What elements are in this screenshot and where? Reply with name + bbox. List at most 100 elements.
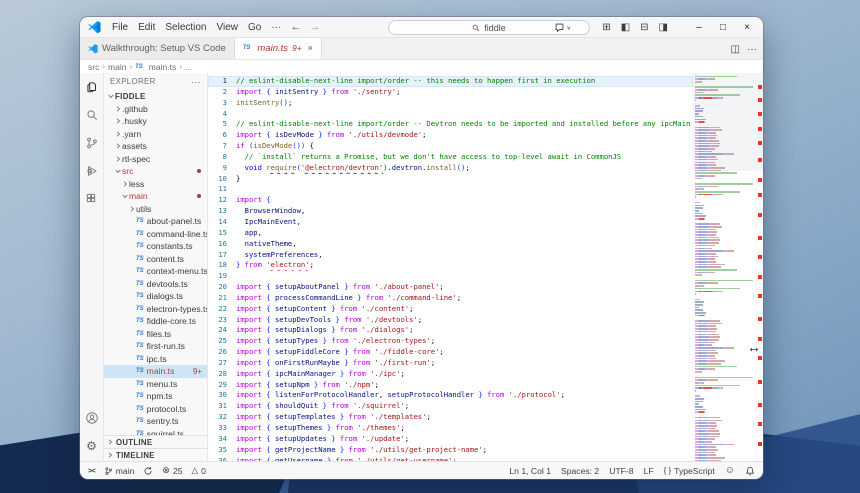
customize-layout-icon[interactable]: ⊞ xyxy=(597,22,615,33)
line-number[interactable]: 8 xyxy=(208,152,236,163)
tree-item-less[interactable]: less xyxy=(104,178,207,191)
menu-item-view[interactable]: View xyxy=(212,22,244,33)
breadcrumb-item[interactable]: main xyxy=(108,62,126,72)
menu-item-go[interactable]: Go xyxy=(243,22,266,33)
line-number[interactable]: 15 xyxy=(208,228,236,239)
line-number[interactable]: 22 xyxy=(208,304,236,315)
code-editor[interactable]: 1// eslint-disable-next-line import/orde… xyxy=(208,73,763,461)
code-line-2[interactable]: 2import { initSentry } from './sentry'; xyxy=(208,87,693,98)
code-line-11[interactable]: 11 xyxy=(208,184,693,195)
line-number[interactable]: 5 xyxy=(208,119,236,130)
code-line-15[interactable]: 15 app, xyxy=(208,228,693,239)
code-line-30[interactable]: 30import { listenForProtocolHandler, set… xyxy=(208,390,693,401)
tree-item-dialogs-ts[interactable]: TSdialogs.ts xyxy=(104,290,207,303)
code-line-31[interactable]: 31import { shouldQuit } from './squirrel… xyxy=(208,401,693,412)
tree-item-main-ts[interactable]: TSmain.ts9+ xyxy=(104,365,207,378)
line-number[interactable]: 28 xyxy=(208,369,236,380)
code-line-21[interactable]: 21import { processCommandLine } from './… xyxy=(208,293,693,304)
tree-item-menu-ts[interactable]: TSmenu.ts xyxy=(104,378,207,391)
code-line-19[interactable]: 19 xyxy=(208,271,693,282)
code-area[interactable]: 1// eslint-disable-next-line import/orde… xyxy=(208,73,693,461)
tree-item-content-ts[interactable]: TScontent.ts xyxy=(104,253,207,266)
extensions-icon[interactable] xyxy=(84,191,99,206)
line-number[interactable]: 10 xyxy=(208,174,236,185)
status-ln-1-col-1[interactable]: Ln 1, Col 1 xyxy=(509,466,551,476)
code-line-36[interactable]: 36import { getUsername } from './utils/g… xyxy=(208,456,693,461)
tree-item-first-run-ts[interactable]: TSfirst-run.ts xyxy=(104,340,207,353)
tree-item-electron-types-ts[interactable]: TSelectron-types.ts xyxy=(104,303,207,316)
code-line-1[interactable]: 1// eslint-disable-next-line import/orde… xyxy=(208,76,693,87)
code-line-4[interactable]: 4 xyxy=(208,109,693,120)
breadcrumb-item[interactable]: main.ts xyxy=(149,62,176,72)
line-number[interactable]: 24 xyxy=(208,325,236,336)
tree-item-rtl-spec[interactable]: rtl-spec xyxy=(104,153,207,166)
maximize-button[interactable]: □ xyxy=(711,22,735,33)
tree-root-fiddle[interactable]: FIDDLE xyxy=(104,90,207,103)
tab-walkthrough-setup-vs-code[interactable]: Walkthrough: Setup VS Code xyxy=(80,38,235,59)
minimize-button[interactable]: – xyxy=(687,22,711,33)
settings-gear-icon[interactable]: ⚙ xyxy=(84,438,99,453)
line-number[interactable]: 34 xyxy=(208,434,236,445)
line-number[interactable]: 14 xyxy=(208,217,236,228)
code-line-20[interactable]: 20import { setupAboutPanel } from './abo… xyxy=(208,282,693,293)
line-number[interactable]: 13 xyxy=(208,206,236,217)
tab-main-ts[interactable]: TSmain.ts9+× xyxy=(235,38,322,59)
chat-icon[interactable]: ∨ xyxy=(554,22,571,33)
toggle-sidebar-icon[interactable]: ◧ xyxy=(616,22,635,33)
close-button[interactable]: × xyxy=(735,22,759,33)
line-number[interactable]: 18 xyxy=(208,260,236,271)
code-line-29[interactable]: 29import { setupNpm } from './npm'; xyxy=(208,380,693,391)
line-number[interactable]: 33 xyxy=(208,423,236,434)
status-remote[interactable]: >< xyxy=(88,466,95,475)
explorer-more-icon[interactable]: ··· xyxy=(191,77,201,87)
line-number[interactable]: 20 xyxy=(208,282,236,293)
section-timeline[interactable]: TIMELINE xyxy=(104,448,207,461)
status-sync[interactable] xyxy=(143,466,153,476)
code-line-23[interactable]: 23import { setupDevTools } from './devto… xyxy=(208,315,693,326)
status-main[interactable]: main xyxy=(104,466,135,476)
line-number[interactable]: 29 xyxy=(208,380,236,391)
line-number[interactable]: 35 xyxy=(208,445,236,456)
menu-item-moremoremore[interactable]: ··· xyxy=(266,22,286,33)
forward-arrow-icon[interactable]: → xyxy=(305,21,324,33)
tree-item-about-panel-ts[interactable]: TSabout-panel.ts xyxy=(104,215,207,228)
tree-item-main[interactable]: main xyxy=(104,190,207,203)
source-control-icon[interactable] xyxy=(84,135,99,150)
menu-item-selection[interactable]: Selection xyxy=(160,22,211,33)
toggle-secondary-sidebar-icon[interactable]: ◨ xyxy=(654,22,673,33)
status-lf[interactable]: LF xyxy=(644,466,654,476)
line-number[interactable]: 23 xyxy=(208,315,236,326)
status-25[interactable]: ⊗25 xyxy=(162,465,182,476)
breadcrumb-item[interactable]: src xyxy=(88,62,99,72)
menu-item-edit[interactable]: Edit xyxy=(133,22,160,33)
status-utf-8[interactable]: UTF-8 xyxy=(609,466,633,476)
status-feedback[interactable]: ☺ xyxy=(725,465,735,476)
code-line-14[interactable]: 14 IpcMainEvent, xyxy=(208,217,693,228)
code-line-18[interactable]: 18} from 'electron'; xyxy=(208,260,693,271)
search-icon[interactable] xyxy=(84,107,99,122)
code-line-9[interactable]: 9 void require('@electron/devtron').devt… xyxy=(208,163,693,174)
line-number[interactable]: 12 xyxy=(208,195,236,206)
line-number[interactable]: 3 xyxy=(208,98,236,109)
code-line-3[interactable]: 3initSentry(); xyxy=(208,98,693,109)
split-editor-icon[interactable]: ◫ xyxy=(731,44,740,55)
line-number[interactable]: 36 xyxy=(208,456,236,461)
section-outline[interactable]: OUTLINE xyxy=(104,435,207,448)
line-number[interactable]: 26 xyxy=(208,347,236,358)
code-line-6[interactable]: 6import { isDevMode } from './utils/devm… xyxy=(208,130,693,141)
line-number[interactable]: 19 xyxy=(208,271,236,282)
toggle-panel-icon[interactable]: ⊟ xyxy=(635,22,653,33)
code-line-7[interactable]: 7if (isDevMode()) { xyxy=(208,141,693,152)
tree-item--yarn[interactable]: .yarn xyxy=(104,128,207,141)
status-spaces-2[interactable]: Spaces: 2 xyxy=(561,466,599,476)
line-number[interactable]: 30 xyxy=(208,390,236,401)
line-number[interactable]: 6 xyxy=(208,130,236,141)
line-number[interactable]: 21 xyxy=(208,293,236,304)
tree-item-command-line-ts[interactable]: TScommand-line.ts xyxy=(104,228,207,241)
code-line-12[interactable]: 12import { xyxy=(208,195,693,206)
tree-item-npm-ts[interactable]: TSnpm.ts xyxy=(104,390,207,403)
tab-close-icon[interactable]: × xyxy=(308,43,313,53)
tree-item--github[interactable]: .github xyxy=(104,103,207,116)
status-bell[interactable] xyxy=(745,466,755,476)
tree-item-squirrel-ts[interactable]: TSsquirrel.ts xyxy=(104,428,207,436)
